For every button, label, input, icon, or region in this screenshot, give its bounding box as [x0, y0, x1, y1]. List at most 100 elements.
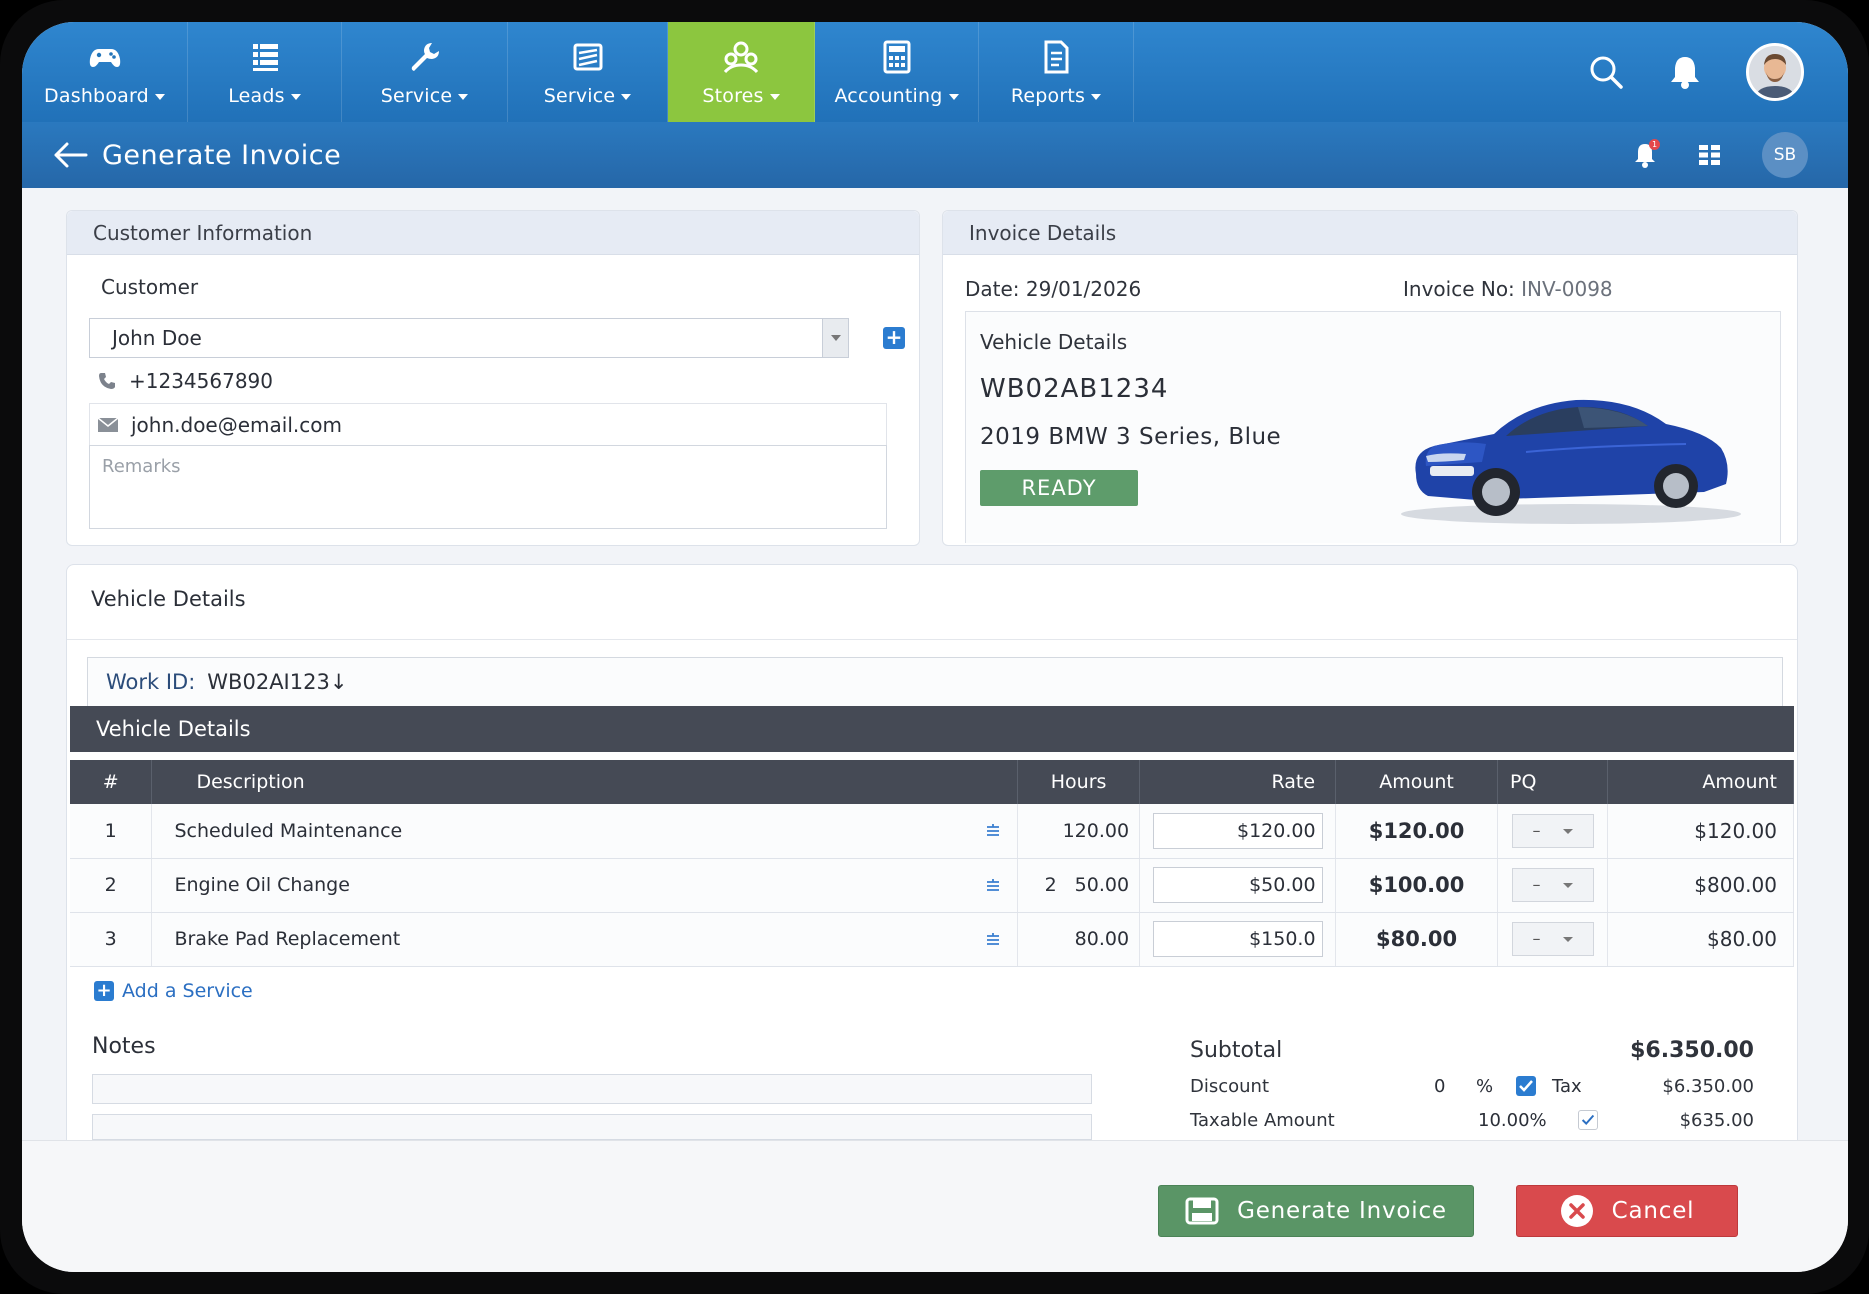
- row-description: Engine Oil Change: [174, 874, 350, 896]
- calculator-icon: [883, 40, 910, 74]
- reorder-icon[interactable]: [985, 932, 1001, 948]
- row-amount: $120.00: [1335, 804, 1499, 859]
- pq-select[interactable]: –: [1511, 922, 1594, 956]
- chevron-down-icon: [1562, 828, 1573, 834]
- taxable-amount-value: $635.00: [1679, 1110, 1754, 1131]
- generate-invoice-button[interactable]: Generate Invoice: [1158, 1185, 1474, 1237]
- column-header-description: Description: [151, 760, 1019, 804]
- row-amount: $100.00: [1335, 858, 1499, 913]
- row-number: 1: [70, 804, 153, 859]
- check-icon: [1581, 1114, 1595, 1126]
- subtotal-value: $6.350.00: [1630, 1038, 1754, 1063]
- rate-input[interactable]: $120.00: [1152, 812, 1323, 849]
- table-row[interactable]: 2 Engine Oil Change 2 50.00 $50.00 $100.0…: [70, 858, 1794, 913]
- chevron-down-icon[interactable]: [822, 319, 848, 357]
- app-screen: Dashboard Leads Service Service Stores A…: [22, 22, 1848, 1272]
- nav-stores[interactable]: Stores: [668, 22, 815, 122]
- work-id-label: Work ID:: [106, 670, 196, 694]
- pq-value: –: [1532, 820, 1541, 840]
- nav-stores-label: Stores: [702, 85, 764, 107]
- search-icon[interactable]: [1588, 54, 1624, 90]
- nav-actions: [1588, 22, 1804, 122]
- status-badge: READY: [980, 470, 1138, 506]
- cancel-label: Cancel: [1611, 1198, 1695, 1224]
- discount-value[interactable]: 0: [1434, 1076, 1445, 1097]
- nav-dashboard[interactable]: Dashboard: [22, 22, 188, 122]
- column-header-rate: Rate: [1139, 760, 1337, 804]
- chevron-down-icon: [1091, 93, 1102, 100]
- add-service-label: Add a Service: [122, 980, 253, 1002]
- nav-service[interactable]: Service: [342, 22, 508, 122]
- work-id-field[interactable]: Work ID: WB02AI123↓: [87, 657, 1783, 707]
- nav-accounting[interactable]: Accounting: [815, 22, 979, 122]
- user-initials-badge[interactable]: SB: [1762, 132, 1808, 178]
- customer-phone: +1234567890: [97, 369, 273, 393]
- notes-input-2[interactable]: [92, 1114, 1092, 1140]
- reorder-icon[interactable]: [985, 878, 1001, 894]
- customer-email-value: john.doe@email.com: [131, 413, 342, 437]
- avatar[interactable]: [1746, 43, 1804, 101]
- customer-select[interactable]: John Doe: [89, 318, 849, 358]
- cancel-button[interactable]: Cancel: [1516, 1185, 1738, 1237]
- tax-total: $6.350.00: [1662, 1076, 1754, 1097]
- row-description-cell: Engine Oil Change: [151, 858, 1019, 913]
- row-description: Scheduled Maintenance: [174, 819, 403, 842]
- invoice-details-card: Invoice Details Date: 29/01/2026 Invoice…: [942, 210, 1798, 546]
- header-actions: 1 SB: [1632, 122, 1808, 188]
- row-pq-cell: –: [1497, 912, 1608, 967]
- nav-service-2[interactable]: Service: [508, 22, 668, 122]
- notes-input[interactable]: [92, 1074, 1092, 1104]
- customer-email: john.doe@email.com: [97, 413, 342, 437]
- row-pq-cell: –: [1497, 858, 1608, 913]
- row-hours: 80.00: [1017, 912, 1141, 967]
- grid-icon[interactable]: [1698, 144, 1722, 166]
- reorder-icon[interactable]: [985, 823, 1001, 839]
- customer-section-title: Customer Information: [67, 211, 919, 255]
- row-rate-cell: $50.00: [1139, 858, 1337, 913]
- customer-label: Customer: [101, 275, 199, 299]
- invoice-number-value: INV-0098: [1521, 277, 1613, 301]
- car-image: [1401, 399, 1741, 524]
- vehicle-model: 2019 BMW 3 Series, Blue: [980, 424, 1282, 450]
- add-customer-button[interactable]: +: [883, 327, 905, 349]
- save-icon: [1185, 1197, 1219, 1225]
- nav-service-2-label: Service: [543, 85, 616, 107]
- notification-count: 1: [1649, 139, 1660, 150]
- rate-input[interactable]: $50.00: [1152, 867, 1323, 903]
- row-description-cell: Scheduled Maintenance: [151, 804, 1019, 859]
- column-header-amount: Amount: [1335, 760, 1499, 804]
- table-row[interactable]: 3 Brake Pad Replacement 80.00 $150.0 $80…: [70, 912, 1794, 967]
- customer-select-value: John Doe: [112, 326, 202, 350]
- column-header-pq: PQ: [1497, 760, 1608, 804]
- customer-phone-value: +1234567890: [129, 369, 274, 393]
- tax-checkbox[interactable]: [1516, 1076, 1536, 1096]
- row-total: $800.00: [1607, 858, 1794, 913]
- nav-leads[interactable]: Leads: [188, 22, 342, 122]
- notification-button[interactable]: 1: [1632, 139, 1660, 169]
- add-service-button[interactable]: + Add a Service: [94, 980, 253, 1002]
- subtotal-label: Subtotal: [1190, 1038, 1283, 1063]
- row-pq-cell: –: [1497, 804, 1608, 859]
- column-header-hours: Hours: [1017, 760, 1141, 804]
- gamepad-icon: [89, 49, 120, 67]
- bell-icon[interactable]: [1668, 54, 1702, 90]
- rate-input[interactable]: $150.0: [1152, 921, 1323, 957]
- discount-label: Discount: [1190, 1076, 1270, 1097]
- row-total: $120.00: [1607, 804, 1794, 859]
- chevron-down-icon: [458, 93, 469, 100]
- pq-select[interactable]: –: [1511, 813, 1594, 848]
- chevron-down-icon: [1562, 937, 1573, 942]
- mail-icon: [97, 417, 119, 432]
- pq-select[interactable]: –: [1511, 868, 1594, 902]
- page-title: Generate Invoice: [102, 139, 342, 171]
- table-row[interactable]: 1 Scheduled Maintenance 120.00 $120.00 $…: [70, 804, 1794, 859]
- list-icon: [252, 44, 278, 71]
- taxable-checkbox[interactable]: [1578, 1110, 1598, 1130]
- taxable-rate[interactable]: 10.00%: [1478, 1110, 1547, 1131]
- nav-reports[interactable]: Reports: [979, 22, 1134, 122]
- row-number: 2: [70, 858, 153, 913]
- arrow-left-icon[interactable]: [52, 140, 88, 170]
- remarks-textarea[interactable]: Remarks: [89, 445, 887, 529]
- pq-value: –: [1532, 929, 1541, 948]
- tax-label: Tax: [1552, 1076, 1582, 1097]
